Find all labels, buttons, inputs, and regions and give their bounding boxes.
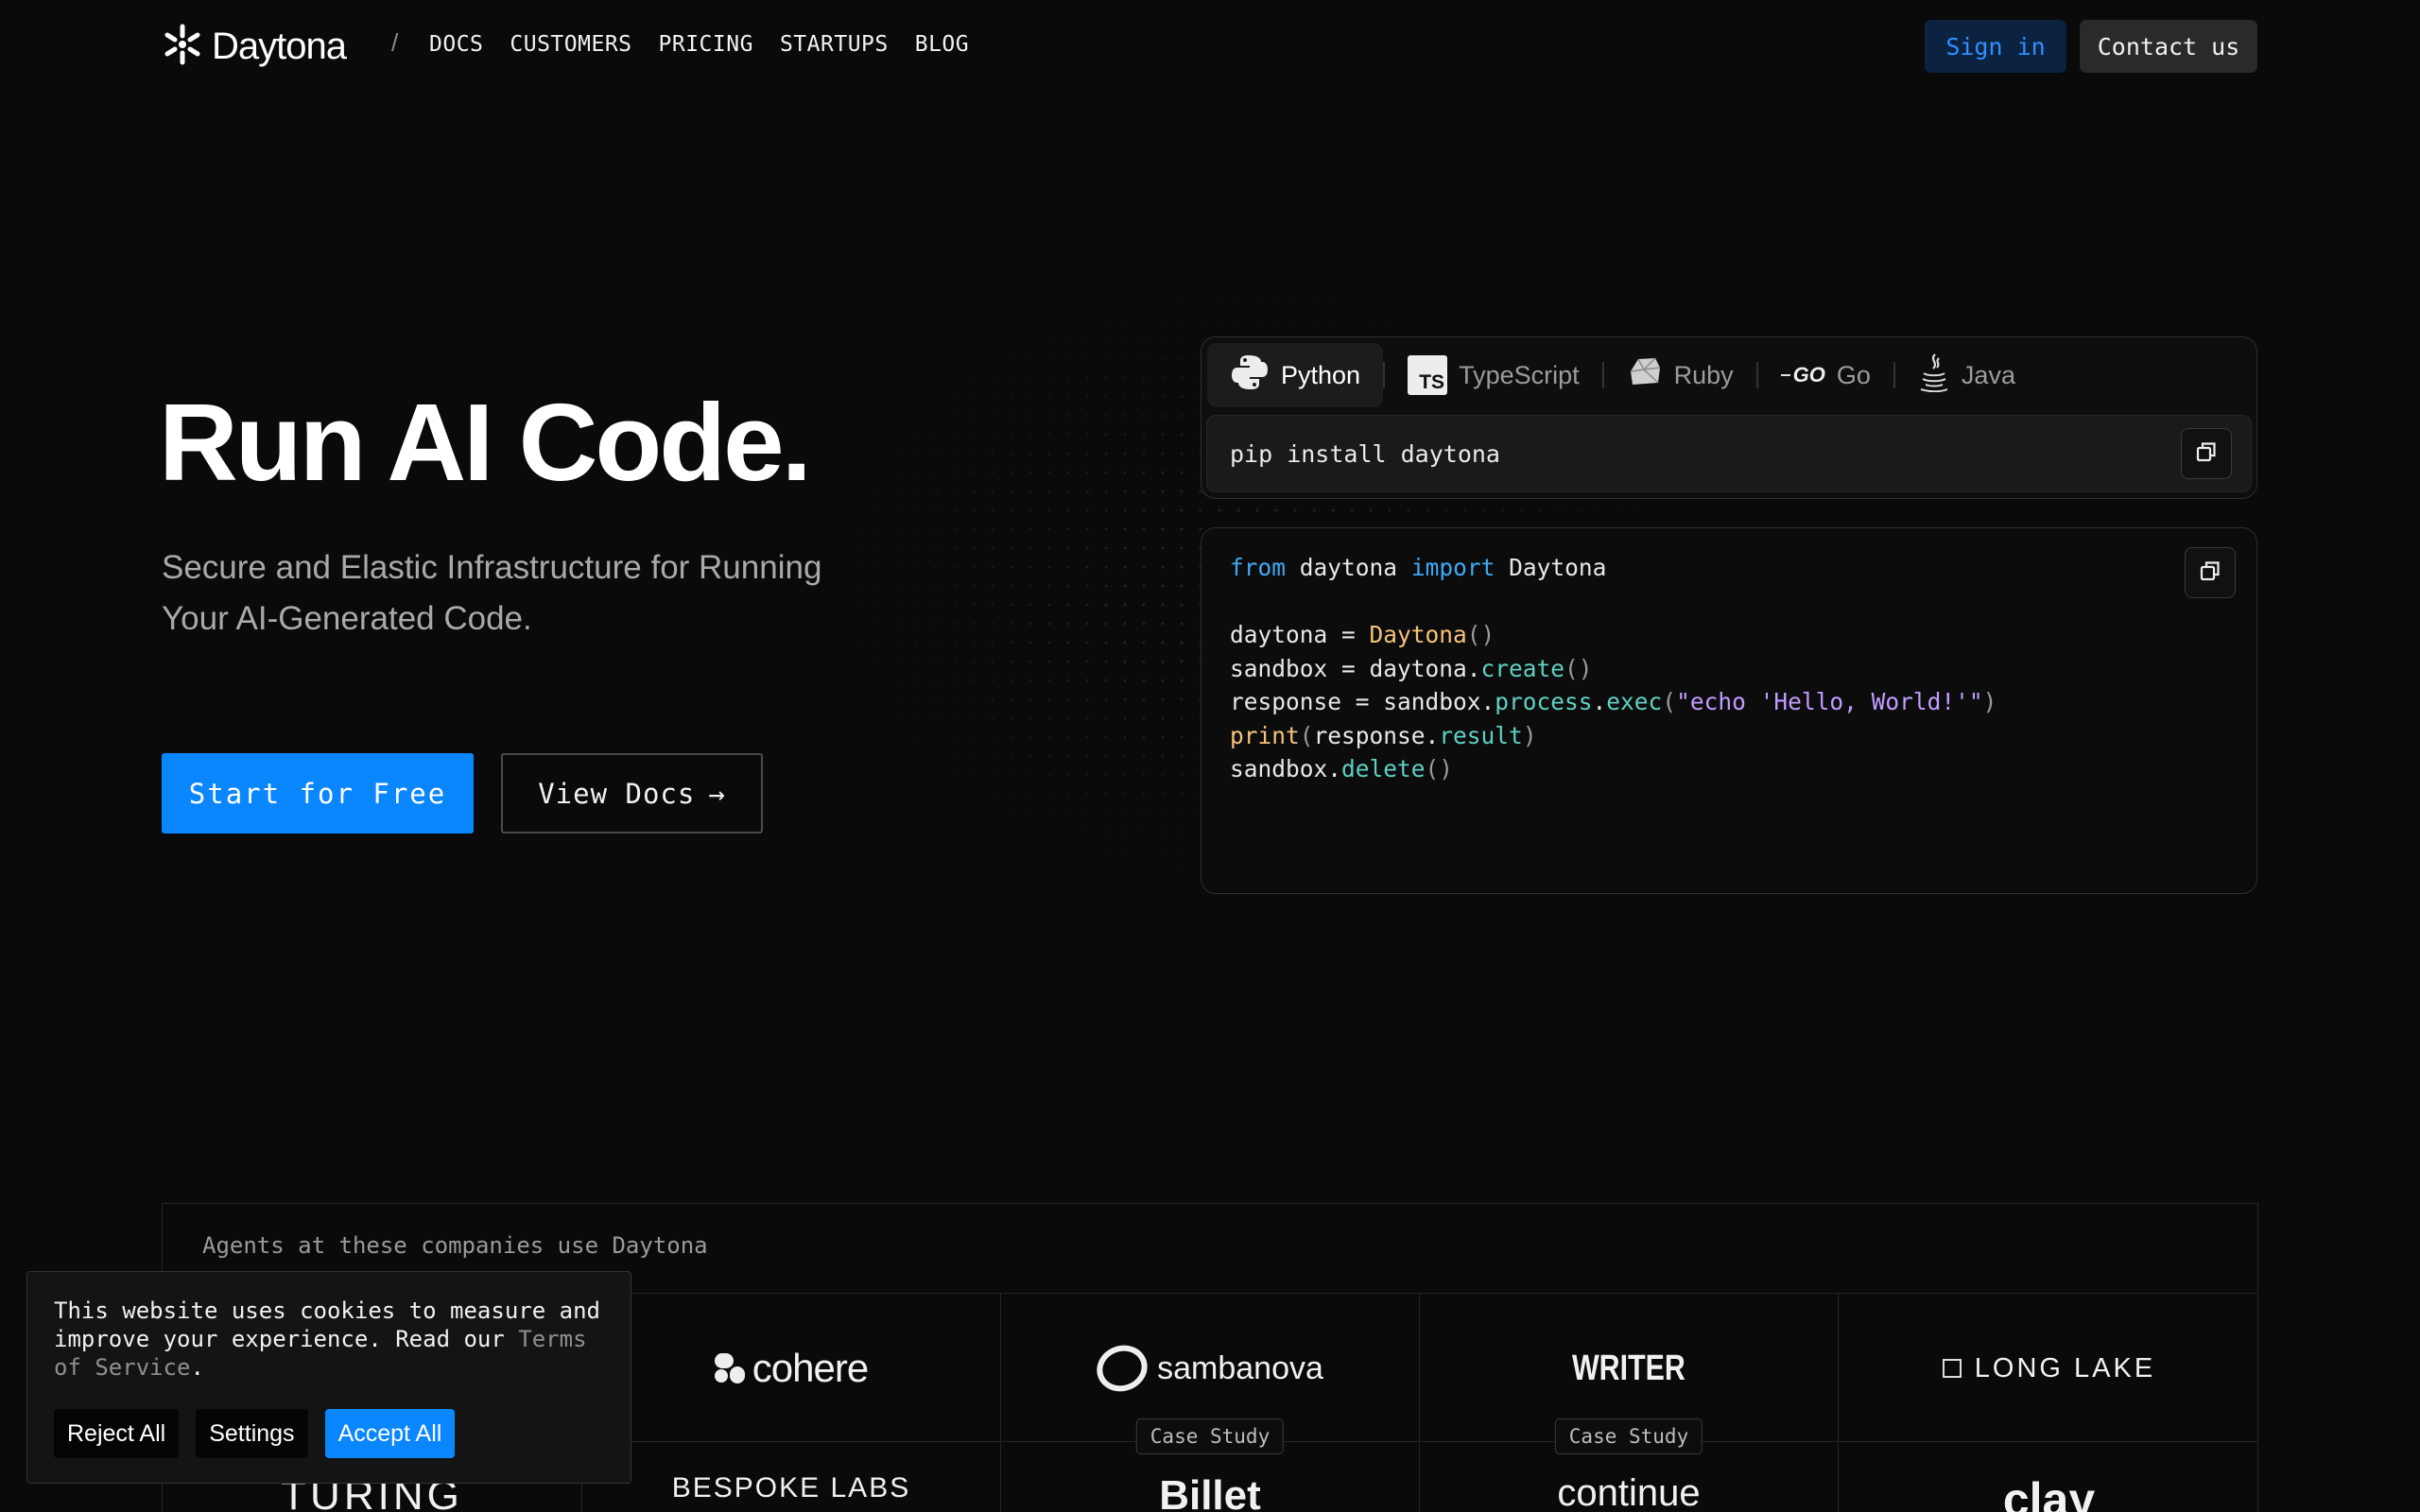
nav-link-startups[interactable]: STARTUPS	[780, 32, 889, 57]
reject-all-button[interactable]: Reject All	[54, 1409, 180, 1458]
cohere-icon	[714, 1353, 745, 1383]
brand-logo[interactable]: Daytona	[163, 23, 347, 71]
copy-code-button[interactable]	[2185, 547, 2236, 598]
sign-in-button[interactable]: Sign in	[1925, 20, 2066, 73]
nav-separator: /	[391, 28, 399, 57]
cookie-actions: Reject All Settings Accept All	[54, 1409, 456, 1458]
tab-label: Python	[1281, 360, 1361, 389]
cookie-banner: This website uses cookies to measure and…	[26, 1271, 631, 1484]
nav-link-docs[interactable]: DOCS	[429, 32, 483, 57]
sambanova-icon	[1090, 1338, 1154, 1399]
code-snippet: from daytona import Daytona daytona = Da…	[1230, 551, 1996, 786]
companies-heading: Agents at these companies use Daytona	[202, 1232, 708, 1259]
arrow-right-icon: →	[708, 777, 726, 810]
typescript-icon: TS	[1408, 355, 1448, 395]
tab-ruby[interactable]: Ruby	[1604, 343, 1756, 407]
tab-label: Ruby	[1673, 360, 1734, 389]
tab-label: Java	[1961, 360, 2015, 389]
code-line: response = sandbox.process.exec("echo 'H…	[1230, 688, 1997, 715]
tab-go[interactable]: GO Go	[1758, 343, 1893, 407]
copy-icon	[2199, 559, 2221, 587]
company-logo-bespoke-labs[interactable]: BESPOKE LABS	[581, 1444, 1000, 1512]
cookie-message: This website uses cookies to measure and…	[54, 1297, 600, 1381]
code-line: print(response.result)	[1230, 721, 1537, 749]
view-docs-label: View Docs	[538, 777, 696, 810]
hero-title: Run AI Code.	[159, 381, 812, 504]
copy-icon	[2195, 440, 2218, 468]
company-logo-continue[interactable]: continue	[1419, 1444, 1838, 1512]
contact-us-button[interactable]: Contact us	[2080, 20, 2257, 73]
brand-name: Daytona	[212, 26, 347, 67]
tab-java[interactable]: Java	[1895, 343, 2038, 407]
nav-link-blog[interactable]: BLOG	[915, 32, 969, 57]
nav-link-pricing[interactable]: PRICING	[659, 32, 753, 57]
ruby-icon	[1627, 354, 1663, 397]
top-navigation: Daytona / DOCS CUSTOMERS PRICING STARTUP…	[0, 0, 2420, 94]
long-lake-icon	[1942, 1359, 1962, 1378]
code-line: from daytona import Daytona	[1230, 554, 1607, 581]
python-icon	[1230, 352, 1270, 399]
go-icon: GO	[1780, 363, 1825, 387]
company-logo-sambanova[interactable]: sambanova Case Study	[1000, 1294, 1419, 1454]
code-line: sandbox.delete()	[1230, 755, 1454, 782]
code-line: daytona = Daytona()	[1230, 621, 1495, 648]
view-docs-button[interactable]: View Docs →	[501, 753, 763, 833]
install-panel: Python TS TypeScript Ruby GO Go Java pip…	[1201, 336, 2257, 499]
tab-python[interactable]: Python	[1207, 343, 1384, 407]
cookie-settings-button[interactable]: Settings	[196, 1409, 308, 1458]
code-line: sandbox = daytona.create()	[1230, 654, 1593, 682]
tab-typescript[interactable]: TS TypeScript	[1385, 343, 1602, 407]
hero-subtitle: Secure and Elastic Infrastructure for Ru…	[162, 549, 822, 637]
nav-link-customers[interactable]: CUSTOMERS	[510, 32, 631, 57]
tab-label: TypeScript	[1459, 360, 1580, 389]
language-tabs: Python TS TypeScript Ruby GO Go Java	[1207, 343, 2038, 407]
tab-label: Go	[1836, 360, 1871, 389]
company-logo-clay[interactable]: clay	[1838, 1444, 2259, 1512]
install-command-box: pip install daytona	[1206, 415, 2252, 492]
nav-links: DOCS CUSTOMERS PRICING STARTUPS BLOG	[429, 32, 969, 57]
install-command: pip install daytona	[1230, 440, 1500, 468]
company-logo-billet[interactable]: Billet	[1000, 1444, 1419, 1512]
accept-all-button[interactable]: Accept All	[324, 1409, 456, 1458]
start-for-free-button[interactable]: Start for Free	[162, 753, 474, 833]
code-example-panel: from daytona import Daytona daytona = Da…	[1201, 527, 2257, 894]
java-icon	[1918, 352, 1950, 399]
company-logo-long-lake[interactable]: LONG LAKE	[1838, 1294, 2259, 1443]
company-logo-writer[interactable]: WRITER Case Study	[1419, 1294, 1838, 1454]
copy-install-button[interactable]	[2181, 428, 2232, 479]
company-logo-cohere[interactable]: cohere	[581, 1294, 1000, 1443]
daytona-logo-icon	[163, 23, 202, 71]
